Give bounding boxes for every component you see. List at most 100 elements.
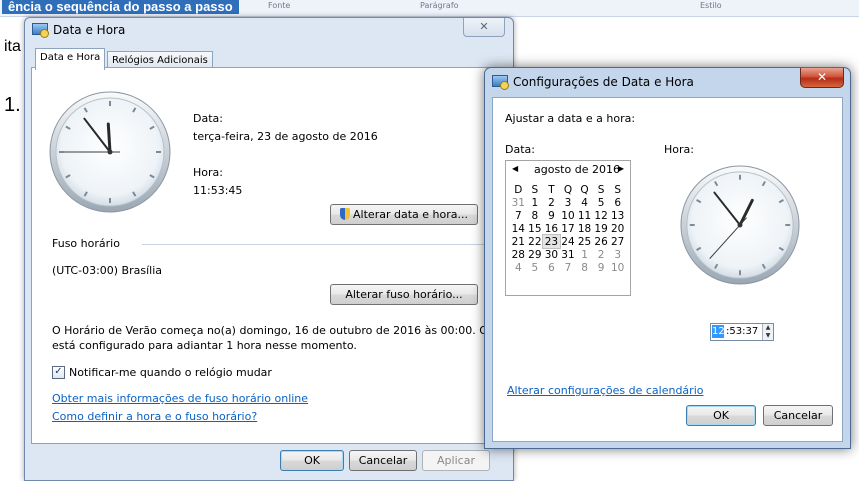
settings-ok-button[interactable]: OK [686, 405, 756, 426]
calendar-day[interactable]: 20 [609, 222, 626, 235]
uac-shield-icon [340, 208, 351, 220]
calendar-day[interactable]: 31 [560, 248, 577, 261]
weekday-header: S [614, 183, 622, 196]
dialog-title: Data e Hora [53, 23, 126, 37]
calendar-day[interactable]: 3 [560, 196, 577, 209]
calendar-day[interactable]: 4 [576, 196, 593, 209]
calendar-day[interactable]: 24 [560, 235, 577, 248]
calendar-month-title[interactable]: agosto de 2016 [534, 163, 620, 176]
calendar-day[interactable]: 2 [543, 196, 560, 209]
calendar-day[interactable]: 8 [527, 209, 544, 222]
calendar-day[interactable]: 17 [560, 222, 577, 235]
cancel-button[interactable]: Cancelar [349, 450, 417, 471]
spin-up-icon[interactable]: ▲ [766, 324, 771, 331]
check-mark-icon: ✓ [54, 366, 63, 377]
spin-down-icon[interactable]: ▼ [766, 332, 771, 339]
calendar-day[interactable]: 5 [527, 261, 544, 274]
dialog-titlebar[interactable]: Data e Hora ✕ [25, 18, 513, 42]
calendar-day[interactable]: 11 [576, 209, 593, 222]
previous-month-arrow-icon[interactable]: ◀ [512, 164, 518, 173]
adjust-instruction: Ajustar a data e a hora: [505, 112, 636, 125]
calendar-header: ◀ agosto de 2016 ▶ [506, 161, 630, 179]
calendar-day[interactable]: 9 [543, 209, 560, 222]
calendar-day[interactable]: 6 [609, 196, 626, 209]
calendar-day[interactable]: 7 [560, 261, 577, 274]
calendar-day[interactable]: 31 [510, 196, 527, 209]
spin-arrows[interactable]: ▲ ▼ [762, 324, 773, 340]
weekday-header: T [548, 183, 555, 196]
date-label: Data: [193, 112, 223, 125]
weekday-header: D [514, 183, 523, 196]
analog-clock [49, 91, 171, 213]
calendar-day[interactable]: 29 [527, 248, 544, 261]
tab-date-time[interactable]: Data e Hora [35, 48, 106, 70]
settings-time-label: Hora: [664, 143, 694, 156]
calendar-day[interactable]: 12 [593, 209, 610, 222]
settings-body: Ajustar a data e a hora: Data: Hora: ◀ a… [492, 97, 843, 442]
change-timezone-button[interactable]: Alterar fuso horário... [330, 284, 478, 305]
calendar-day[interactable]: 26 [593, 235, 610, 248]
calendar-day[interactable]: 27 [609, 235, 626, 248]
calendar-day[interactable]: 8 [576, 261, 593, 274]
dst-message-line2: está configurado para adiantar 1 hora ne… [52, 339, 357, 352]
calendar-day[interactable]: 1 [576, 248, 593, 261]
settings-close-button[interactable]: ✕ [800, 68, 844, 88]
calendar-day[interactable]: 28 [510, 248, 527, 261]
calendar-day[interactable]: 14 [510, 222, 527, 235]
dst-message-line1: O Horário de Verão começa no(a) domingo,… [52, 324, 530, 337]
calendar-day[interactable]: 15 [527, 222, 544, 235]
tab-panel: Data: terça-feira, 23 de agosto de 2016 … [31, 67, 529, 444]
ribbon-group-paragraph: Parágrafo [420, 1, 459, 10]
next-month-arrow-icon[interactable]: ▶ [618, 164, 624, 173]
calendar-day[interactable]: 2 [593, 248, 610, 261]
calendar-day[interactable]: 6 [543, 261, 560, 274]
document-list-number: 1. [4, 94, 21, 116]
more-timezone-info-link[interactable]: Obter mais informações de fuso horário o… [52, 392, 308, 405]
calendar-day[interactable]: 1 [527, 196, 544, 209]
calendar-day[interactable]: 7 [510, 209, 527, 222]
weekday-header: Q [563, 183, 573, 196]
ok-button[interactable]: OK [280, 450, 344, 471]
close-button[interactable]: ✕ [463, 18, 505, 37]
settings-cancel-button[interactable]: Cancelar [763, 405, 833, 426]
clock-center [737, 222, 743, 228]
close-icon: ✕ [479, 20, 489, 33]
calendar-day[interactable]: 18 [576, 222, 593, 235]
time-spinner[interactable]: 12 :53:37 ▲ ▼ [710, 323, 774, 341]
weekday-header: S [531, 183, 539, 196]
ribbon-group-font: Fonte [268, 1, 291, 10]
minute-second-field[interactable]: :53:37 [726, 325, 758, 338]
change-date-time-label: Alterar data e hora... [353, 208, 468, 221]
clock-hour-hand [106, 122, 112, 154]
settings-dialog-title[interactable]: Configurações de Data e Hora [513, 75, 694, 89]
settings-date-label: Data: [505, 143, 535, 156]
date-value: terça-feira, 23 de agosto de 2016 [193, 130, 378, 143]
analog-clock [680, 165, 800, 285]
calendar-day[interactable]: 10 [609, 261, 626, 274]
calendar-settings-link[interactable]: Alterar configurações de calendário [507, 384, 703, 397]
date-time-app-icon [32, 23, 49, 38]
document-heading: ência o sequência do passo a passo [2, 0, 239, 14]
close-icon: ✕ [816, 70, 828, 84]
calendar-day[interactable]: 23 [542, 234, 561, 249]
notify-checkbox-label[interactable]: Notificar-me quando o relógio mudar [69, 366, 272, 379]
calendar-day[interactable]: 25 [576, 235, 593, 248]
calendar-day[interactable]: 16 [543, 222, 560, 235]
how-to-set-time-link[interactable]: Como definir a hora e o fuso horário? [52, 410, 257, 423]
hour-field[interactable]: 12 [712, 325, 725, 338]
notify-checkbox[interactable]: ✓ [52, 366, 65, 379]
calendar-day[interactable]: 10 [560, 209, 577, 222]
calendar-day[interactable]: 5 [593, 196, 610, 209]
calendar-day[interactable]: 19 [593, 222, 610, 235]
calendar-day[interactable]: 30 [543, 248, 560, 261]
apply-button[interactable]: Aplicar [422, 450, 490, 471]
clock-center [107, 149, 113, 155]
calendar-day[interactable]: 22 [527, 235, 544, 248]
calendar-day[interactable]: 4 [510, 261, 527, 274]
calendar-day[interactable]: 3 [609, 248, 626, 261]
calendar-day[interactable]: 21 [510, 235, 527, 248]
calendar-day[interactable]: 9 [593, 261, 610, 274]
calendar-day[interactable]: 13 [609, 209, 626, 222]
change-date-time-button[interactable]: Alterar data e hora... [330, 204, 478, 225]
document-text-fragment: ita [4, 38, 21, 55]
